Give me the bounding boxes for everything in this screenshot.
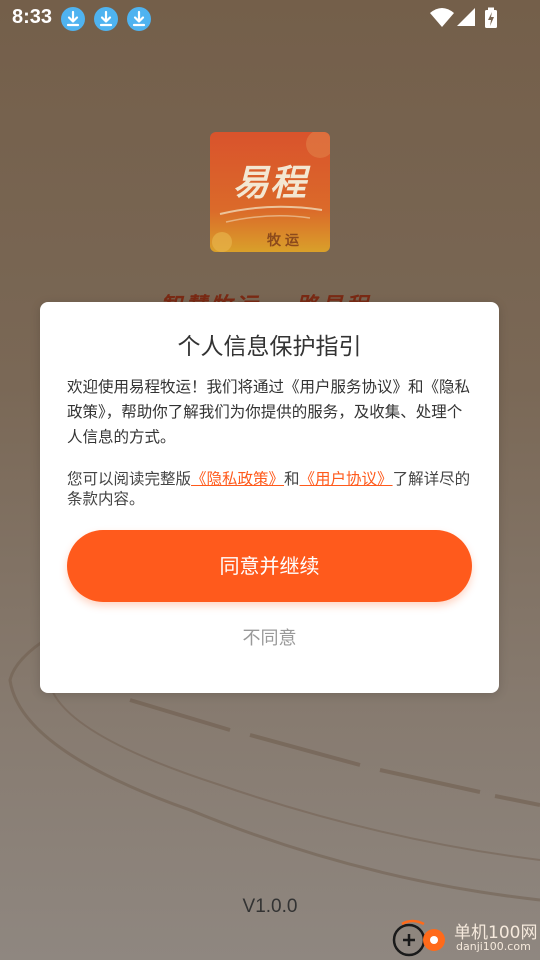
signal-icon — [457, 8, 475, 26]
watermark-url: danji100.com — [456, 940, 531, 953]
status-time: 8:33 — [12, 6, 53, 28]
download-icon — [127, 7, 151, 31]
disagree-button[interactable]: 不同意 — [40, 624, 499, 650]
splash-screen: 8:33 易程 牧运 V1.0.0 单机100网 danji100.com 个人… — [0, 0, 540, 960]
agree-button[interactable]: 同意并继续 — [67, 530, 472, 602]
logo-main-text: 易程 — [232, 163, 307, 204]
logo-sub-text: 牧运 — [267, 233, 303, 249]
dialog-body: 欢迎使用易程牧运！我们将通过《用户服务协议》和《隐私政策》，帮助你了解我们为你提… — [67, 378, 471, 446]
detail-prefix: 您可以阅读完整版 — [67, 470, 192, 488]
download-icon — [94, 7, 118, 31]
app-logo: 易程 牧运 — [210, 132, 330, 252]
status-bar: 8:33 — [0, 0, 540, 36]
wifi-icon — [430, 8, 454, 27]
download-icon — [61, 7, 85, 31]
privacy-policy-link[interactable]: 《隐私政策》 — [191, 470, 284, 488]
detail-and: 和 — [284, 470, 300, 488]
battery-charging-icon — [485, 7, 497, 28]
dialog-title: 个人信息保护指引 — [177, 334, 362, 360]
watermark: 单机100网 danji100.com — [392, 916, 540, 960]
privacy-dialog: 个人信息保护指引 欢迎使用易程牧运！我们将通过《用户服务协议》和《隐私政策》，帮… — [40, 302, 499, 693]
version-label: V1.0.0 — [242, 896, 298, 917]
dialog-detail: 您可以阅读完整版《隐私政策》和《用户协议》了解详尽的条款内容。 — [67, 469, 475, 509]
watermark-logo-icon — [392, 919, 445, 957]
user-agreement-link[interactable]: 《用户协议》 — [300, 470, 393, 488]
